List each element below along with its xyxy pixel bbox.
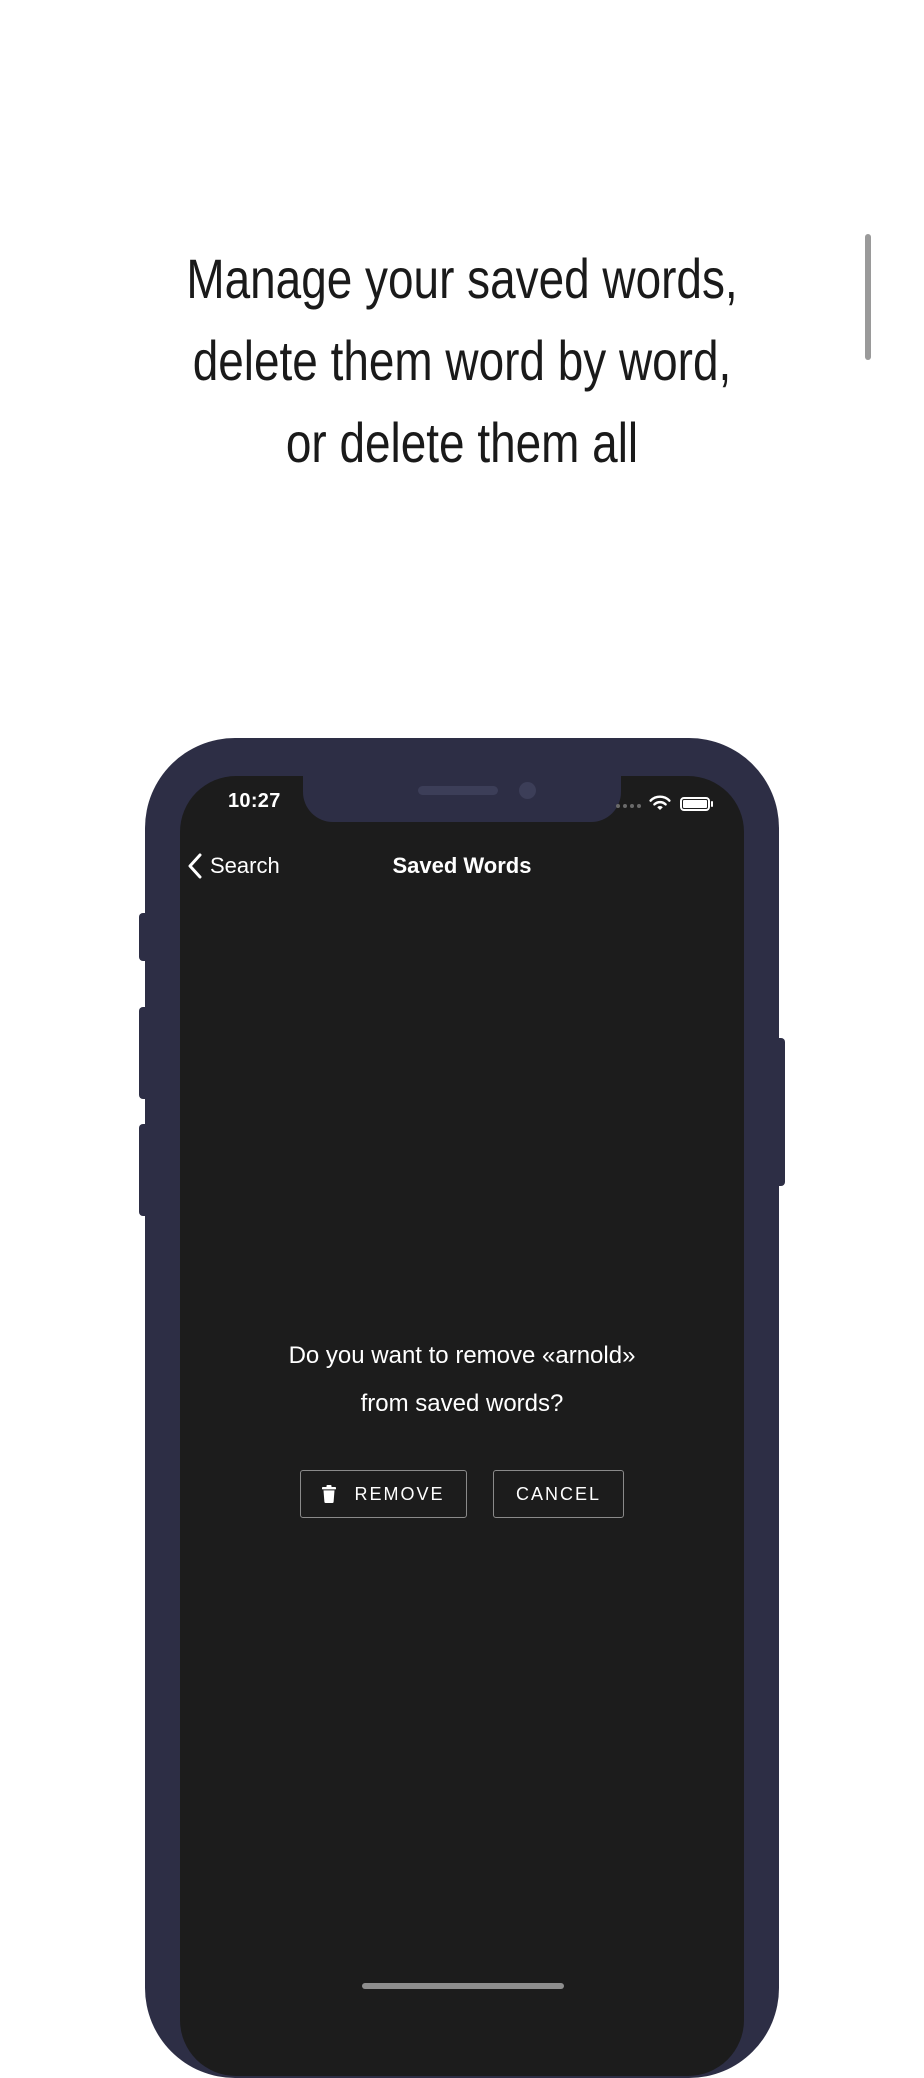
back-button[interactable]: Search xyxy=(188,848,280,884)
back-button-label: Search xyxy=(210,853,280,878)
front-camera xyxy=(519,782,536,799)
headline-line-3: or delete them all xyxy=(285,411,639,474)
cellular-signal-icon xyxy=(616,804,642,808)
remove-button[interactable]: REMOVE xyxy=(300,1470,467,1518)
status-time: 10:27 xyxy=(228,790,281,812)
cancel-button-label: CANCEL xyxy=(515,1483,602,1504)
scroll-indicator[interactable] xyxy=(865,234,871,360)
headline: Manage your saved words, delete them wor… xyxy=(83,238,841,484)
confirm-remove-message: Do you want to remove «arnold» from save… xyxy=(0,1332,924,1428)
headline-line-2: delete them word by word, xyxy=(192,329,732,392)
cancel-button[interactable]: CANCEL xyxy=(493,1470,624,1518)
home-indicator[interactable] xyxy=(362,1983,564,1989)
battery-tip xyxy=(711,801,713,807)
confirm-message-line-1: Do you want to remove «arnold» xyxy=(288,1342,636,1369)
battery-icon xyxy=(680,797,710,811)
phone-notch xyxy=(303,776,621,822)
trash-icon xyxy=(322,1485,337,1503)
speaker-grille xyxy=(418,786,498,795)
wifi-icon xyxy=(649,795,671,810)
headline-line-1: Manage your saved words, xyxy=(186,247,738,310)
remove-button-label: REMOVE xyxy=(354,1483,445,1504)
confirm-message-line-2: from saved words? xyxy=(360,1390,564,1417)
chevron-left-icon xyxy=(188,853,202,879)
